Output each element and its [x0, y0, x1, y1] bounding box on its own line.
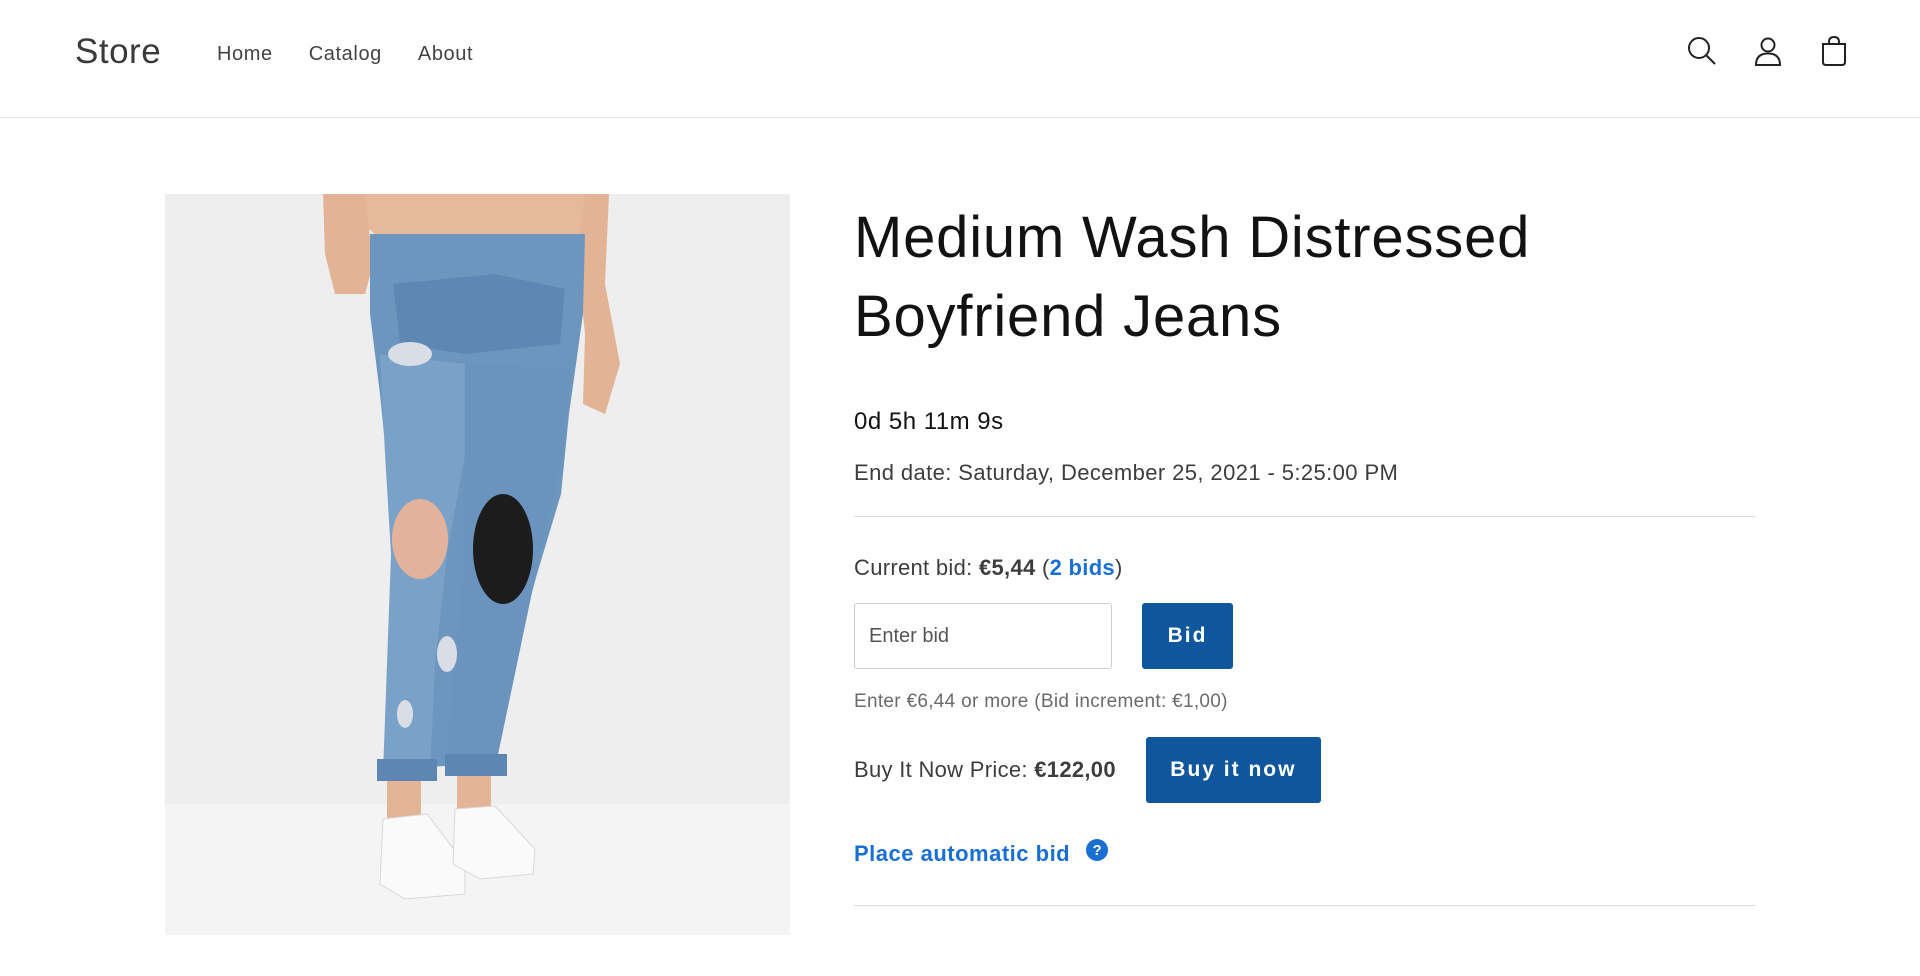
- buy-now-button[interactable]: Buy it now: [1145, 737, 1321, 803]
- buy-now-amount: €122,00: [1034, 757, 1116, 782]
- product-title: Medium Wash Distressed Boyfriend Jeans: [854, 205, 1531, 349]
- nav-home[interactable]: Home: [217, 43, 273, 66]
- buy-now-price: Buy It Now Price: €122,00: [854, 757, 1116, 783]
- account-icon[interactable]: [1752, 34, 1784, 68]
- cart-icon[interactable]: [1818, 34, 1850, 68]
- header-icons: [1686, 34, 1850, 68]
- divider: [854, 516, 1756, 517]
- current-bid: Current bid: €5,44 (2 bids): [854, 555, 1756, 581]
- store-logo[interactable]: Store: [75, 32, 161, 72]
- bid-form: Bid: [854, 603, 1756, 669]
- current-bid-label: Current bid:: [854, 555, 973, 580]
- product-image[interactable]: [165, 194, 790, 935]
- bid-button[interactable]: Bid: [1142, 603, 1233, 669]
- product-info: Medium Wash Distressed Boyfriend Jeans 0…: [854, 194, 1756, 906]
- jeans-photo: [165, 194, 790, 935]
- auction-countdown: 0d 5h 11m 9s: [854, 408, 1004, 435]
- site-header: Store Home Catalog About: [0, 0, 1920, 118]
- buy-now-label: Buy It Now Price:: [854, 757, 1028, 782]
- main-nav: Home Catalog About: [217, 43, 509, 66]
- search-icon[interactable]: [1686, 34, 1718, 68]
- buy-now-row: Buy It Now Price: €122,00 Buy it now: [854, 737, 1756, 803]
- auction-end-date: End date: Saturday, December 25, 2021 - …: [854, 460, 1399, 485]
- help-icon[interactable]: ?: [1086, 839, 1109, 861]
- automatic-bid-link[interactable]: Place automatic bid: [854, 841, 1070, 867]
- divider: [854, 905, 1756, 906]
- nav-catalog[interactable]: Catalog: [309, 43, 382, 66]
- current-bid-amount: €5,44: [978, 555, 1036, 580]
- bid-hint: Enter €6,44 or more (Bid increment: €1,0…: [854, 691, 1228, 712]
- nav-about[interactable]: About: [418, 43, 473, 66]
- bid-history-link[interactable]: 2 bids: [1050, 555, 1115, 580]
- open-paren: (: [1041, 555, 1050, 580]
- bid-input[interactable]: [854, 603, 1112, 669]
- close-paren: ): [1114, 555, 1123, 580]
- automatic-bid-row: Place automatic bid ?: [854, 839, 1756, 867]
